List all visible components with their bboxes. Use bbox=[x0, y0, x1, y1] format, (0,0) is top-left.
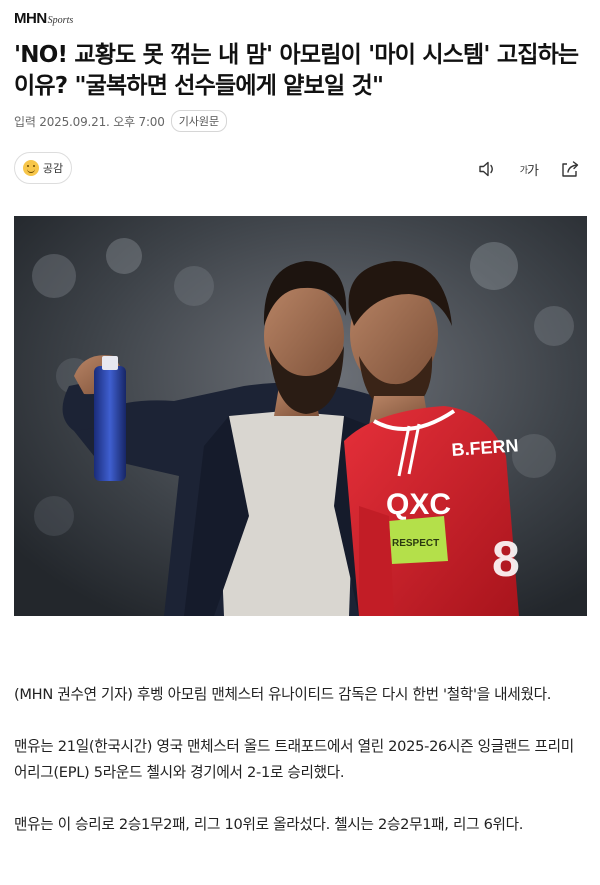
article-body: (MHN 권수연 기자) 후벵 아모림 맨체스터 유나이티드 감독은 다시 한번… bbox=[14, 682, 586, 864]
armband-text: RESPECT bbox=[392, 538, 439, 549]
font-size-icon[interactable]: 가가 bbox=[519, 158, 539, 180]
article-paragraph: (MHN 권수연 기자) 후벵 아모림 맨체스터 유나이티드 감독은 다시 한번… bbox=[14, 686, 552, 703]
font-size-label: 가 bbox=[527, 163, 539, 179]
article-photo-illustration: QXC B.FERN 8 RESPECT bbox=[14, 216, 587, 616]
logo-main-text: MHN bbox=[14, 10, 47, 27]
site-logo[interactable]: MHN Sports bbox=[14, 10, 73, 27]
article-title: 'NO! 교황도 못 꺾는 내 맘' 아모림이 '마이 시스템' 고집하는 이유… bbox=[14, 42, 579, 99]
article-photo: QXC B.FERN 8 RESPECT bbox=[14, 216, 587, 616]
article-toolbar: 가가 bbox=[478, 158, 580, 180]
article-meta: 입력 2025.09.21. 오후 7:00 기사원문 bbox=[14, 110, 228, 132]
empathy-button[interactable]: 공감 bbox=[14, 152, 72, 184]
svg-text:8: 8 bbox=[492, 531, 520, 587]
share-icon[interactable] bbox=[560, 158, 580, 180]
article-paragraph: 맨유는 이 승리로 2승1무2패, 리그 10위로 올라섰다. 첼시는 2승2무… bbox=[14, 816, 524, 833]
publish-date: 입력 2025.09.21. 오후 7:00 bbox=[14, 114, 165, 129]
article-paragraph: 맨유는 21일(한국시간) 영국 맨체스터 올드 트래포드에서 열린 2025-… bbox=[14, 738, 574, 781]
font-size-small-label: 가 bbox=[519, 165, 528, 176]
original-article-button[interactable]: 기사원문 bbox=[170, 110, 228, 132]
logo-sub-text: Sports bbox=[47, 15, 74, 26]
speaker-icon[interactable] bbox=[478, 158, 498, 180]
empathy-label: 공감 bbox=[42, 162, 64, 175]
jersey-sponsor-text: QXC bbox=[386, 488, 451, 521]
smile-emoji-icon bbox=[22, 160, 39, 176]
